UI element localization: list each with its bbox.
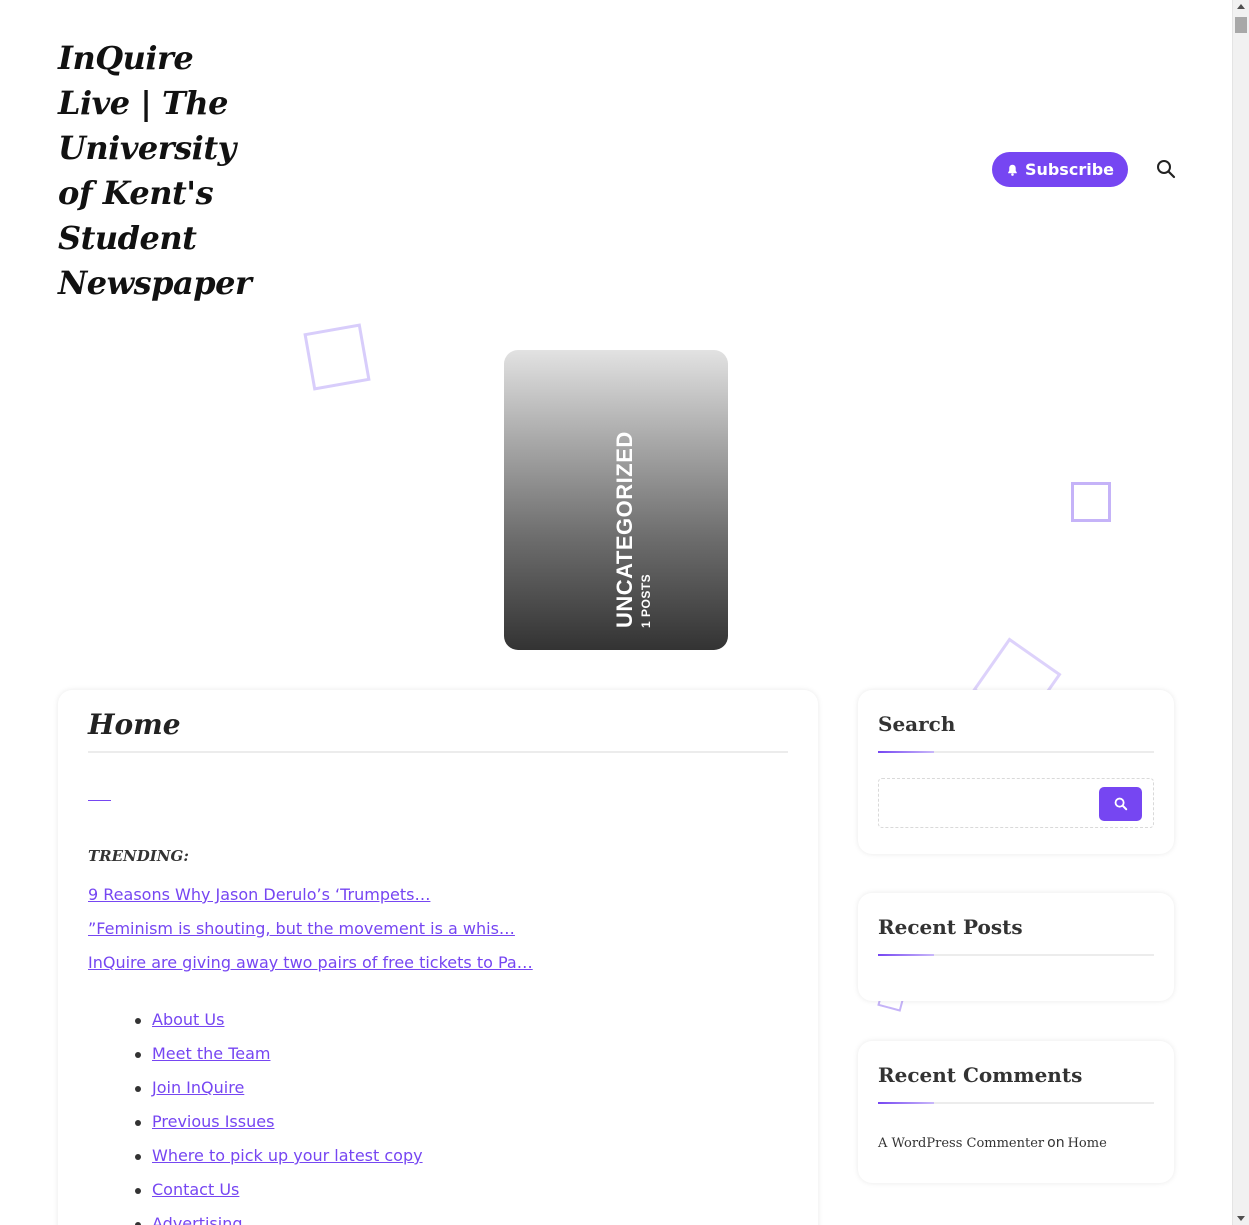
decorative-square (1071, 482, 1111, 522)
menu-item-meet-the-team: Meet the Team (135, 1044, 423, 1078)
scroll-up-arrow[interactable] (1237, 4, 1245, 9)
menu-link[interactable]: Advertising (152, 1214, 243, 1225)
widget-title: Search (878, 712, 956, 736)
recent-comments-widget: Recent Comments A WordPress Commenter on H… (858, 1041, 1174, 1183)
bullet (135, 1154, 141, 1160)
comment-post-link[interactable]: Home (1068, 1136, 1107, 1151)
search-input[interactable] (883, 783, 1097, 825)
trending-label: TRENDING: (88, 847, 189, 865)
widget-title: Recent Comments (878, 1063, 1083, 1087)
menu-link[interactable]: Join InQuire (152, 1078, 244, 1097)
bullet (135, 1120, 141, 1126)
menu-item-join-inquire: Join InQuire (135, 1078, 423, 1112)
main-content-card: Home TRENDING: 9 Reasons Why Jason Derul… (58, 690, 818, 1225)
menu-item-where-to-pick-up: Where to pick up your latest copy (135, 1146, 423, 1180)
menu-link[interactable]: Where to pick up your latest copy (152, 1146, 423, 1165)
menu-link[interactable]: About Us (152, 1010, 224, 1029)
comment-on-text: on (1047, 1135, 1065, 1151)
widget-divider (878, 954, 1154, 956)
search-widget: Search (858, 690, 1174, 854)
category-label-group: UNCATEGORIZED 1 POSTS (612, 431, 654, 628)
search-submit-button[interactable] (1099, 787, 1142, 821)
trending-item: 9 Reasons Why Jason Derulo’s ‘Trumpets… (88, 885, 533, 919)
bullet (135, 1086, 141, 1092)
bell-icon (1008, 164, 1017, 176)
menu-link[interactable]: Previous Issues (152, 1112, 274, 1131)
trending-list: 9 Reasons Why Jason Derulo’s ‘Trumpets… … (88, 885, 533, 987)
page-menu-list: About Us Meet the Team Join InQuire Prev… (135, 1010, 423, 1225)
category-card[interactable]: UNCATEGORIZED 1 POSTS (504, 350, 728, 650)
vertical-scrollbar[interactable] (1232, 0, 1249, 1225)
site-title[interactable]: InQuire Live | The University of Kent's … (58, 36, 252, 306)
trending-item: InQuire are giving away two pairs of fre… (88, 953, 533, 987)
widget-divider (878, 751, 1154, 753)
widget-title: Recent Posts (878, 915, 1023, 939)
subscribe-button[interactable]: Subscribe (992, 152, 1128, 187)
decorative-square (303, 323, 371, 391)
category-post-count: 1 POSTS (639, 573, 653, 628)
recent-comment: A WordPress Commenter on Home (878, 1135, 1107, 1151)
page: InQuire Live | The University of Kent's … (0, 0, 1249, 1225)
widget-divider (878, 1102, 1154, 1104)
category-name: UNCATEGORIZED (612, 431, 637, 628)
trending-link[interactable]: InQuire are giving away two pairs of fre… (88, 953, 533, 972)
subscribe-label: Subscribe (1024, 160, 1114, 179)
trending-link[interactable]: ”Feminism is shouting, but the movement … (88, 919, 515, 938)
title-divider (88, 751, 788, 753)
scroll-down-arrow[interactable] (1237, 1216, 1245, 1221)
bullet (135, 1052, 141, 1058)
menu-item-advertising: Advertising (135, 1214, 423, 1225)
accent-divider (88, 800, 111, 801)
menu-item-previous-issues: Previous Issues (135, 1112, 423, 1146)
search-form (878, 778, 1154, 828)
scroll-thumb[interactable] (1235, 17, 1247, 33)
recent-posts-widget: Recent Posts (858, 893, 1174, 1001)
page-title: Home (88, 708, 181, 741)
trending-item: ”Feminism is shouting, but the movement … (88, 919, 533, 953)
search-icon (1114, 797, 1127, 811)
trending-link[interactable]: 9 Reasons Why Jason Derulo’s ‘Trumpets… (88, 885, 430, 904)
comment-author-link[interactable]: A WordPress Commenter (878, 1136, 1044, 1151)
bullet (135, 1018, 141, 1024)
menu-item-contact-us: Contact Us (135, 1180, 423, 1214)
bullet (135, 1188, 141, 1194)
menu-link[interactable]: Contact Us (152, 1180, 239, 1199)
menu-item-about-us: About Us (135, 1010, 423, 1044)
search-icon[interactable] (1156, 159, 1176, 179)
menu-link[interactable]: Meet the Team (152, 1044, 270, 1063)
